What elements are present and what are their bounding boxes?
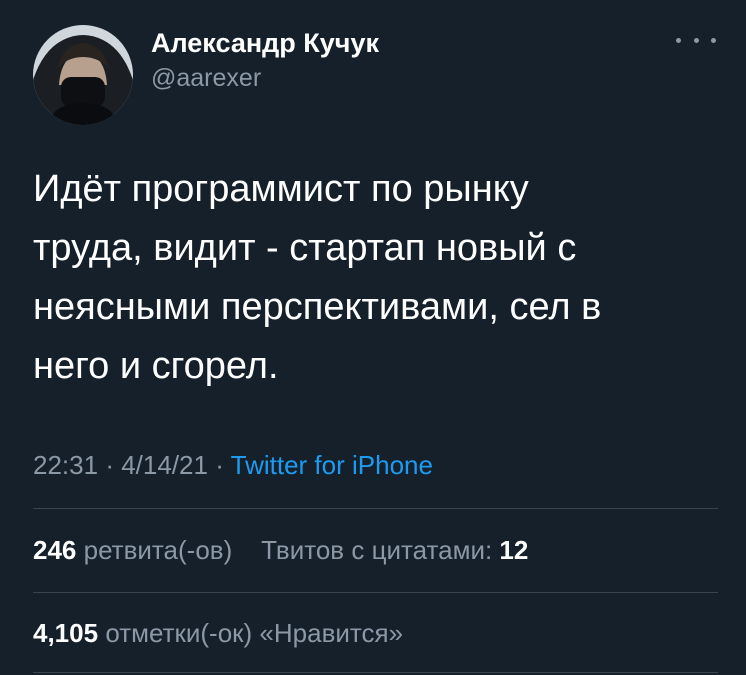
author-name[interactable]: Александр Кучук xyxy=(151,28,379,59)
tweet-line: труда, видит - стартап новый с xyxy=(33,227,577,269)
tweet-line: неясными перспективами, сел в xyxy=(33,286,602,328)
retweets-count: 246 xyxy=(33,535,77,565)
like-stats: 4,105 отметки(-ок) «Нравится» xyxy=(33,618,403,649)
tweet-text: Идёт программист по рынку труда, видит -… xyxy=(33,160,713,396)
tweet-time[interactable]: 22:31 xyxy=(33,450,98,480)
separator: · xyxy=(215,450,224,480)
divider xyxy=(33,508,718,509)
avatar[interactable] xyxy=(33,25,133,125)
quotes-label: Твитов с цитатами: xyxy=(261,535,493,565)
retweets-link[interactable]: 246 ретвита(-ов) xyxy=(33,535,232,565)
tweet-source-link[interactable]: Twitter for iPhone xyxy=(231,450,433,480)
retweets-label: ретвита(-ов) xyxy=(83,535,233,565)
divider xyxy=(33,592,718,593)
quotes-count: 12 xyxy=(499,535,529,565)
more-dots-icon[interactable] xyxy=(676,30,716,50)
separator: · xyxy=(105,450,114,480)
quotes-link[interactable]: Твитов с цитатами: 12 xyxy=(261,535,528,565)
tweet-line: Идёт программист по рынку xyxy=(33,168,529,210)
author-handle[interactable]: @aarexer xyxy=(151,64,261,93)
likes-link[interactable]: 4,105 отметки(-ок) «Нравится» xyxy=(33,618,403,648)
tweet-meta: 22:31 · 4/14/21 · Twitter for iPhone xyxy=(33,450,433,481)
avatar-photo xyxy=(33,25,133,125)
retweet-stats: 246 ретвита(-ов) Твитов с цитатами: 12 xyxy=(33,535,528,566)
tweet-line: него и сгорел. xyxy=(33,345,279,387)
likes-count: 4,105 xyxy=(33,618,99,648)
tweet-date[interactable]: 4/14/21 xyxy=(121,450,208,480)
likes-label: отметки(-ок) «Нравится» xyxy=(105,618,404,648)
divider xyxy=(33,672,718,673)
